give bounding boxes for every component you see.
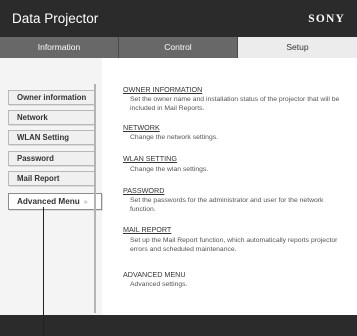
section-desc-advanced-menu: Advanced settings. — [130, 281, 188, 288]
section-title-password[interactable]: PASSWORD — [123, 186, 164, 195]
section-title-wlan-setting[interactable]: WLAN SETTING — [123, 154, 177, 163]
section-desc-wlan-setting: Change the wlan settings. — [130, 166, 209, 173]
sidebar: Owner information Network WLAN Setting P… — [0, 58, 102, 315]
sidebar-item-mail-report[interactable]: Mail Report — [8, 171, 95, 186]
advanced-menu-label: Advanced Menu — [17, 197, 80, 206]
sidebar-divider — [94, 84, 96, 313]
section-desc-network: Change the network settings. — [130, 134, 219, 141]
tab-setup[interactable]: Setup — [238, 37, 357, 58]
section-title-advanced-menu: ADVANCED MENU — [123, 270, 186, 279]
sidebar-item-owner-information[interactable]: Owner information — [8, 90, 95, 105]
tab-bar: Information Control Setup — [0, 37, 357, 58]
tab-control[interactable]: Control — [119, 37, 238, 58]
section-title-network[interactable]: NETWORK — [123, 123, 160, 132]
main-content: Owner information Network WLAN Setting P… — [0, 58, 357, 315]
section-title-owner-information[interactable]: OWNER INFORMATION — [123, 85, 202, 94]
sidebar-item-password[interactable]: Password — [8, 151, 95, 166]
chevron-double-right-icon: » — [83, 199, 88, 206]
sidebar-item-advanced-menu[interactable]: Advanced Menu» — [8, 193, 102, 210]
app-title: Data Projector — [12, 11, 99, 26]
section-desc-mail-report: Set up the Mail Report function, which a… — [130, 237, 338, 253]
tab-information[interactable]: Information — [0, 37, 119, 58]
section-desc-owner-information: Set the owner name and installation stat… — [130, 96, 340, 112]
sidebar-item-network[interactable]: Network — [8, 110, 95, 125]
footer-bar — [0, 315, 357, 336]
section-desc-password: Set the passwords for the administrator … — [130, 197, 324, 213]
callout-pointer-line — [43, 207, 44, 336]
title-bar: Data Projector SONY — [0, 0, 357, 37]
brand-logo: SONY — [308, 13, 345, 25]
sidebar-item-wlan-setting[interactable]: WLAN Setting — [8, 130, 95, 145]
section-title-mail-report[interactable]: MAIL REPORT — [123, 225, 171, 234]
